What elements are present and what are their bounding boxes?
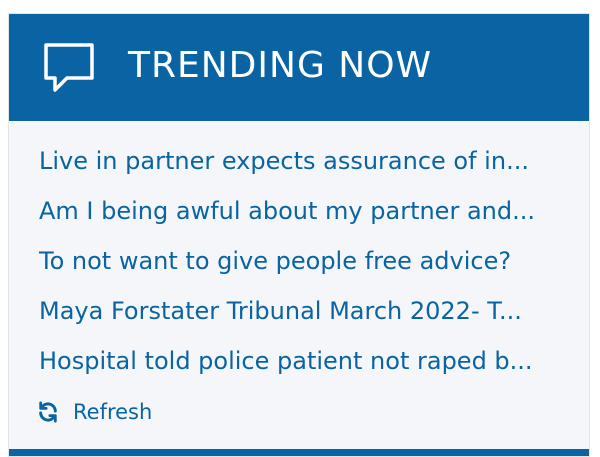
trending-widget: TRENDING NOW Live in partner expects ass… bbox=[8, 13, 590, 457]
refresh-button[interactable]: Refresh bbox=[37, 397, 152, 427]
widget-title: TRENDING NOW bbox=[128, 45, 433, 86]
list-item: Live in partner expects assurance of in.… bbox=[39, 138, 559, 188]
trending-list: Live in partner expects assurance of in.… bbox=[39, 138, 559, 388]
trending-link-2[interactable]: Am I being awful about my partner and... bbox=[39, 188, 559, 234]
trending-link-4[interactable]: Maya Forstater Tribunal March 2022- T... bbox=[39, 288, 559, 334]
trending-link-3[interactable]: To not want to give people free advice? bbox=[39, 238, 559, 284]
list-item: Am I being awful about my partner and... bbox=[39, 188, 559, 238]
trending-link-5[interactable]: Hospital told police patient not raped b… bbox=[39, 338, 559, 384]
trending-link-1[interactable]: Live in partner expects assurance of in.… bbox=[39, 138, 559, 184]
refresh-label: Refresh bbox=[73, 400, 153, 424]
list-item: Maya Forstater Tribunal March 2022- T... bbox=[39, 288, 559, 338]
list-item: To not want to give people free advice? bbox=[39, 238, 559, 288]
refresh-icon bbox=[39, 401, 57, 423]
trending-header: TRENDING NOW bbox=[9, 14, 589, 121]
list-item: Hospital told police patient not raped b… bbox=[39, 338, 559, 388]
speech-bubble-icon bbox=[44, 43, 94, 92]
bottom-accent-bar bbox=[9, 449, 589, 456]
